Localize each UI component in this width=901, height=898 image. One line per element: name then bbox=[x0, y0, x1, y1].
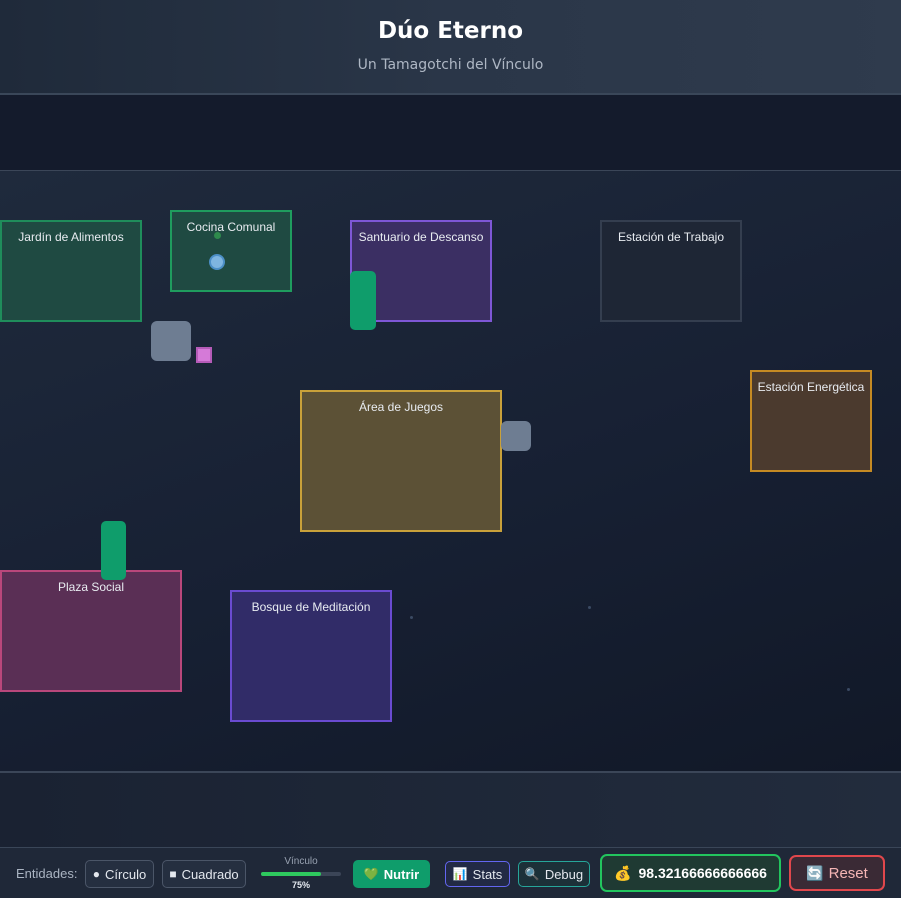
control-toolbar: Entidades: ● Círculo ■ Cuadrado Vínculo … bbox=[0, 847, 901, 898]
zone-plaza-social[interactable]: Plaza Social bbox=[0, 570, 182, 692]
magnifier-icon: 🔍 bbox=[524, 867, 540, 881]
zone-label: Área de Juegos bbox=[358, 400, 444, 414]
circle-entity[interactable] bbox=[209, 254, 225, 270]
bottom-band bbox=[0, 773, 901, 847]
game-arena[interactable]: Jardín de Alimentos Cocina Comunal Santu… bbox=[0, 171, 901, 773]
cuadrado-label: Cuadrado bbox=[181, 866, 239, 882]
reset-button[interactable]: 🔄 Reset bbox=[789, 855, 885, 891]
debug-button[interactable]: 🔍 Debug bbox=[518, 861, 590, 887]
vinculo-fill bbox=[261, 872, 321, 876]
food-item[interactable] bbox=[214, 232, 221, 239]
page-subtitle: Un Tamagotchi del Vínculo bbox=[357, 57, 544, 73]
zone-estacion-de-trabajo[interactable]: Estación de Trabajo bbox=[600, 220, 742, 322]
gray-block-item[interactable] bbox=[501, 421, 531, 451]
zone-bosque-de-meditacion[interactable]: Bosque de Meditación bbox=[230, 590, 392, 722]
zone-label: Plaza Social bbox=[57, 580, 125, 594]
reset-label: Reset bbox=[828, 864, 868, 882]
page-title: Dúo Eterno bbox=[377, 18, 524, 44]
circulo-button[interactable]: ● Círculo bbox=[85, 860, 154, 888]
vinculo-label: Vínculo bbox=[284, 856, 318, 867]
zone-cocina-comunal[interactable]: Cocina Comunal bbox=[170, 210, 292, 292]
entities-label: Entidades: bbox=[16, 866, 78, 881]
nutrir-label: Nutrir bbox=[383, 866, 420, 882]
particle bbox=[847, 688, 850, 691]
square-icon: ■ bbox=[169, 867, 177, 881]
zone-label: Estación de Trabajo bbox=[617, 230, 725, 244]
green-pill-item[interactable] bbox=[101, 521, 126, 580]
bar-chart-icon: 📊 bbox=[452, 867, 468, 881]
zone-label: Bosque de Meditación bbox=[251, 600, 371, 614]
app-header: Dúo Eterno Un Tamagotchi del Vínculo bbox=[0, 0, 901, 95]
circulo-label: Círculo bbox=[105, 866, 147, 882]
status-band bbox=[0, 95, 901, 172]
zone-estacion-energetica[interactable]: Estación Energética bbox=[750, 370, 872, 472]
pink-square-item[interactable] bbox=[196, 347, 212, 363]
zone-label: Estación Energética bbox=[757, 380, 865, 394]
zone-label: Cocina Comunal bbox=[186, 220, 276, 234]
particle bbox=[588, 606, 591, 609]
refresh-icon: 🔄 bbox=[806, 865, 824, 881]
particle bbox=[410, 616, 413, 619]
heart-icon: 💚 bbox=[363, 867, 379, 881]
zone-jardin-de-alimentos[interactable]: Jardín de Alimentos bbox=[0, 220, 142, 322]
coins-counter: 💰 98.32166666666666 bbox=[600, 854, 781, 892]
stats-label: Stats bbox=[472, 866, 503, 882]
coins-value: 98.32166666666666 bbox=[638, 865, 767, 881]
square-entity[interactable] bbox=[151, 321, 191, 361]
vinculo-track bbox=[261, 872, 341, 876]
stats-button[interactable]: 📊 Stats bbox=[445, 861, 510, 887]
nutrir-button[interactable]: 💚 Nutrir bbox=[353, 860, 430, 888]
debug-label: Debug bbox=[544, 866, 584, 882]
vinculo-meter: Vínculo 75% bbox=[260, 856, 342, 892]
vinculo-percent: 75% bbox=[291, 880, 310, 890]
zone-label: Santuario de Descanso bbox=[358, 230, 484, 244]
zone-area-de-juegos[interactable]: Área de Juegos bbox=[300, 390, 502, 532]
green-pill-item[interactable] bbox=[350, 271, 376, 330]
money-bag-icon: 💰 bbox=[614, 865, 632, 881]
cuadrado-button[interactable]: ■ Cuadrado bbox=[162, 860, 246, 888]
zone-label: Jardín de Alimentos bbox=[18, 230, 124, 244]
circle-icon: ● bbox=[92, 867, 101, 881]
